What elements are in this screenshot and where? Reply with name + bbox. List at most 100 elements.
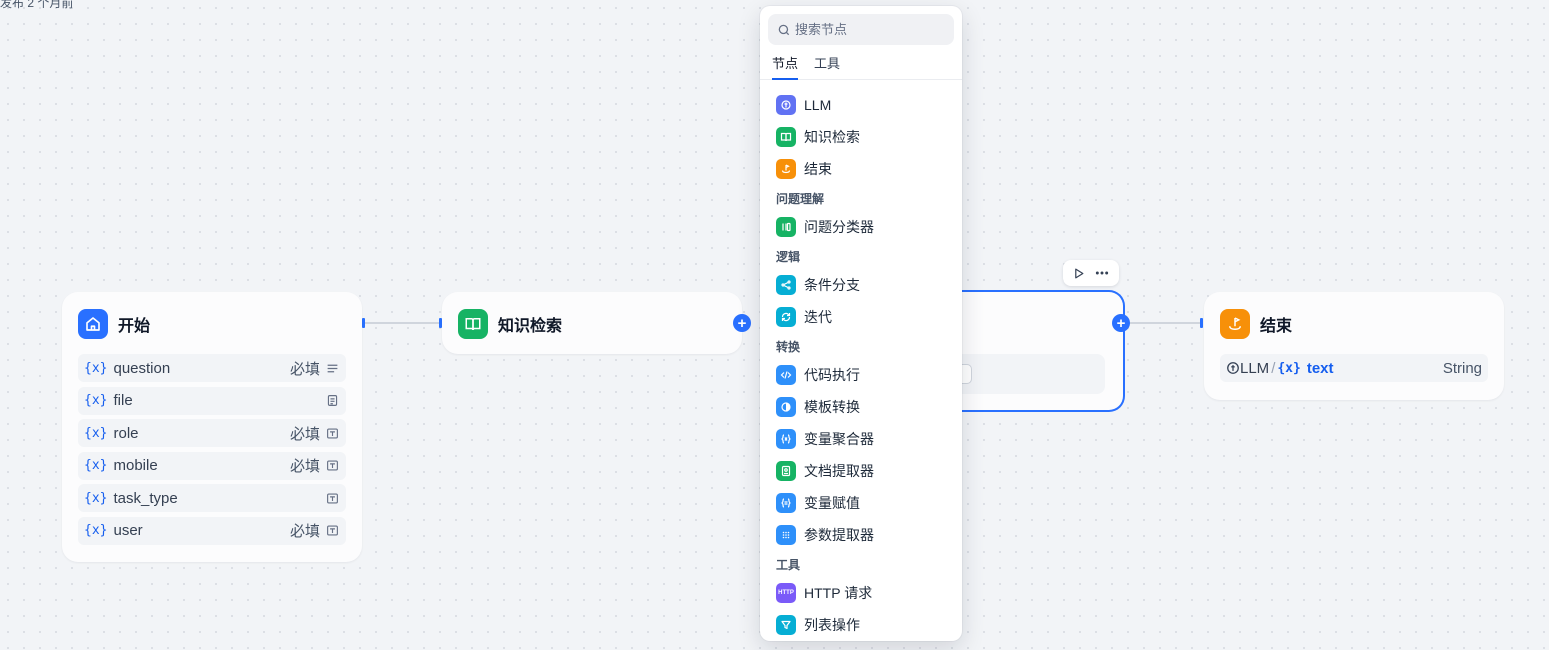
- variable-prefix: {x}: [84, 393, 108, 408]
- http-icon: HTTP: [776, 583, 796, 603]
- menu-item-label: 列表操作: [804, 617, 860, 633]
- output-source-label: LLM: [1240, 359, 1270, 377]
- menu-item-label: 代码执行: [804, 367, 860, 383]
- menu-item[interactable]: 迭代: [760, 301, 962, 333]
- variable-name: mobile: [113, 457, 158, 474]
- menu-item-label: 知识检索: [804, 129, 860, 145]
- iteration-icon: [776, 307, 796, 327]
- variable-row[interactable]: {x} role 必填: [78, 419, 346, 447]
- menu-item[interactable]: 代码执行: [760, 359, 962, 391]
- menu-item[interactable]: 问题分类器: [760, 211, 962, 243]
- llm-icon: [776, 95, 796, 115]
- variable-prefix: {x}: [84, 490, 108, 506]
- menu-item[interactable]: 变量聚合器: [760, 423, 962, 455]
- llm-node-row: r: [940, 354, 1105, 394]
- menu-item[interactable]: 条件分支: [760, 269, 962, 301]
- menu-item[interactable]: 变量赋值: [760, 487, 962, 519]
- menu-item[interactable]: LLM: [760, 89, 962, 121]
- knowledge-add-node-button[interactable]: +: [733, 314, 751, 332]
- variable-name: file: [113, 392, 133, 409]
- template-icon: [776, 397, 796, 417]
- output-variable-name: text: [1306, 359, 1334, 377]
- variable-icon: [776, 429, 796, 449]
- menu-item-label: LLM: [804, 97, 832, 113]
- text-input-icon: [326, 524, 340, 538]
- output-variable: {x} text: [1277, 360, 1442, 377]
- variable-row[interactable]: {x} file: [78, 386, 346, 415]
- assign-icon: [776, 493, 796, 513]
- menu-group-label: 逻辑: [776, 249, 801, 264]
- knowledge-node-title: 知识检索: [498, 318, 563, 335]
- required-label: 必填: [289, 523, 320, 540]
- start-output-port[interactable]: [362, 318, 365, 328]
- menu-item-label: 迭代: [804, 309, 832, 325]
- menu-item[interactable]: HTTP HTTP 请求: [760, 577, 962, 609]
- menu-group-label: 问题理解: [776, 191, 825, 206]
- menu-item[interactable]: 列表操作: [760, 609, 962, 641]
- variable-name: task_type: [113, 489, 178, 507]
- classifier-icon: [776, 217, 796, 237]
- output-type: String: [1442, 359, 1482, 377]
- edge-llm-end: [1124, 322, 1202, 324]
- start-node-title: 开始: [118, 318, 151, 335]
- variable-name: role: [113, 424, 139, 442]
- menu-item[interactable]: 知识检索: [760, 121, 962, 153]
- branch-icon: [776, 275, 796, 295]
- menu-item-label: 文档提取器: [804, 463, 874, 479]
- knowledge-node[interactable]: 知识检索: [442, 292, 742, 354]
- menu-item-label: 变量赋值: [804, 495, 860, 511]
- finish-icon: [776, 159, 796, 179]
- output-source: LLM: [1226, 360, 1269, 377]
- variable-name: user: [113, 522, 143, 539]
- variable-prefix: {x}: [84, 523, 108, 538]
- menu-item-label: 问题分类器: [804, 219, 874, 235]
- end-output-row: LLM / {x} text String: [1220, 354, 1488, 382]
- finish-icon: [1220, 309, 1250, 339]
- more-options-icon[interactable]: [1094, 265, 1110, 281]
- variable-prefix: {x}: [84, 425, 108, 441]
- menu-item-label: 模板转换: [804, 399, 860, 415]
- menu-item[interactable]: 文档提取器: [760, 455, 962, 487]
- variable-row[interactable]: {x} user 必填: [78, 516, 346, 545]
- file-icon: [326, 394, 340, 408]
- variable-name: question: [113, 359, 171, 377]
- filter-icon: [776, 615, 796, 635]
- search-box[interactable]: [768, 14, 954, 45]
- menu-item-label: HTTP 请求: [804, 585, 873, 601]
- node-picker-popup: 节点 工具 LLM 知识检索结束问题理解问题分类器逻辑条件分支迭代转换代码执行模板…: [760, 6, 962, 641]
- variable-prefix: {x}: [1277, 360, 1301, 376]
- variable-prefix: {x}: [84, 360, 108, 376]
- menu-group-label: 工具: [776, 557, 801, 572]
- text-input-icon: [326, 459, 340, 473]
- llm-node[interactable]: r: [940, 290, 1125, 412]
- tab-tools[interactable]: 工具: [814, 53, 840, 79]
- menu-item[interactable]: 参数提取器: [760, 519, 962, 551]
- tab-nodes[interactable]: 节点: [772, 53, 799, 80]
- search-input[interactable]: [795, 22, 945, 37]
- node-menu: LLM 知识检索 结束 问题理解 问题分类器 逻辑 条件分支 迭代 转换 代码执行 模板转换 变量聚合…: [760, 80, 962, 641]
- variable-row[interactable]: {x} mobile 必填: [78, 451, 346, 480]
- paragraph-icon: [326, 361, 340, 375]
- llm-add-node-button[interactable]: +: [1112, 314, 1130, 332]
- menu-item[interactable]: 模板转换: [760, 391, 962, 423]
- doc-extractor-icon: [776, 461, 796, 481]
- run-node-icon[interactable]: [1072, 267, 1085, 280]
- node-toolbar: [1063, 260, 1119, 286]
- start-node[interactable]: 开始 {x} question 必填 {x} file {x} role 必填 {x} mobil…: [62, 292, 362, 562]
- menu-item-label: 条件分支: [804, 277, 860, 293]
- text-input-icon: [326, 426, 340, 440]
- menu-item-label: 结束: [804, 161, 832, 177]
- book-icon: [458, 309, 488, 339]
- end-input-port[interactable]: [1200, 318, 1203, 328]
- required-label: 必填: [289, 425, 320, 443]
- end-node[interactable]: 结束 LLM / {x} text String: [1204, 292, 1504, 400]
- publish-status: 发布 2 个月前: [0, 0, 74, 10]
- variable-row[interactable]: {x} question 必填: [78, 354, 346, 382]
- variable-row[interactable]: {x} task_type: [78, 484, 346, 512]
- menu-item[interactable]: 结束: [760, 153, 962, 185]
- home-icon: [78, 309, 108, 339]
- output-separator: /: [1271, 359, 1276, 377]
- llm-icon: [1227, 362, 1239, 374]
- edge-start-knowledge: [364, 322, 442, 324]
- text-input-icon: [326, 491, 340, 505]
